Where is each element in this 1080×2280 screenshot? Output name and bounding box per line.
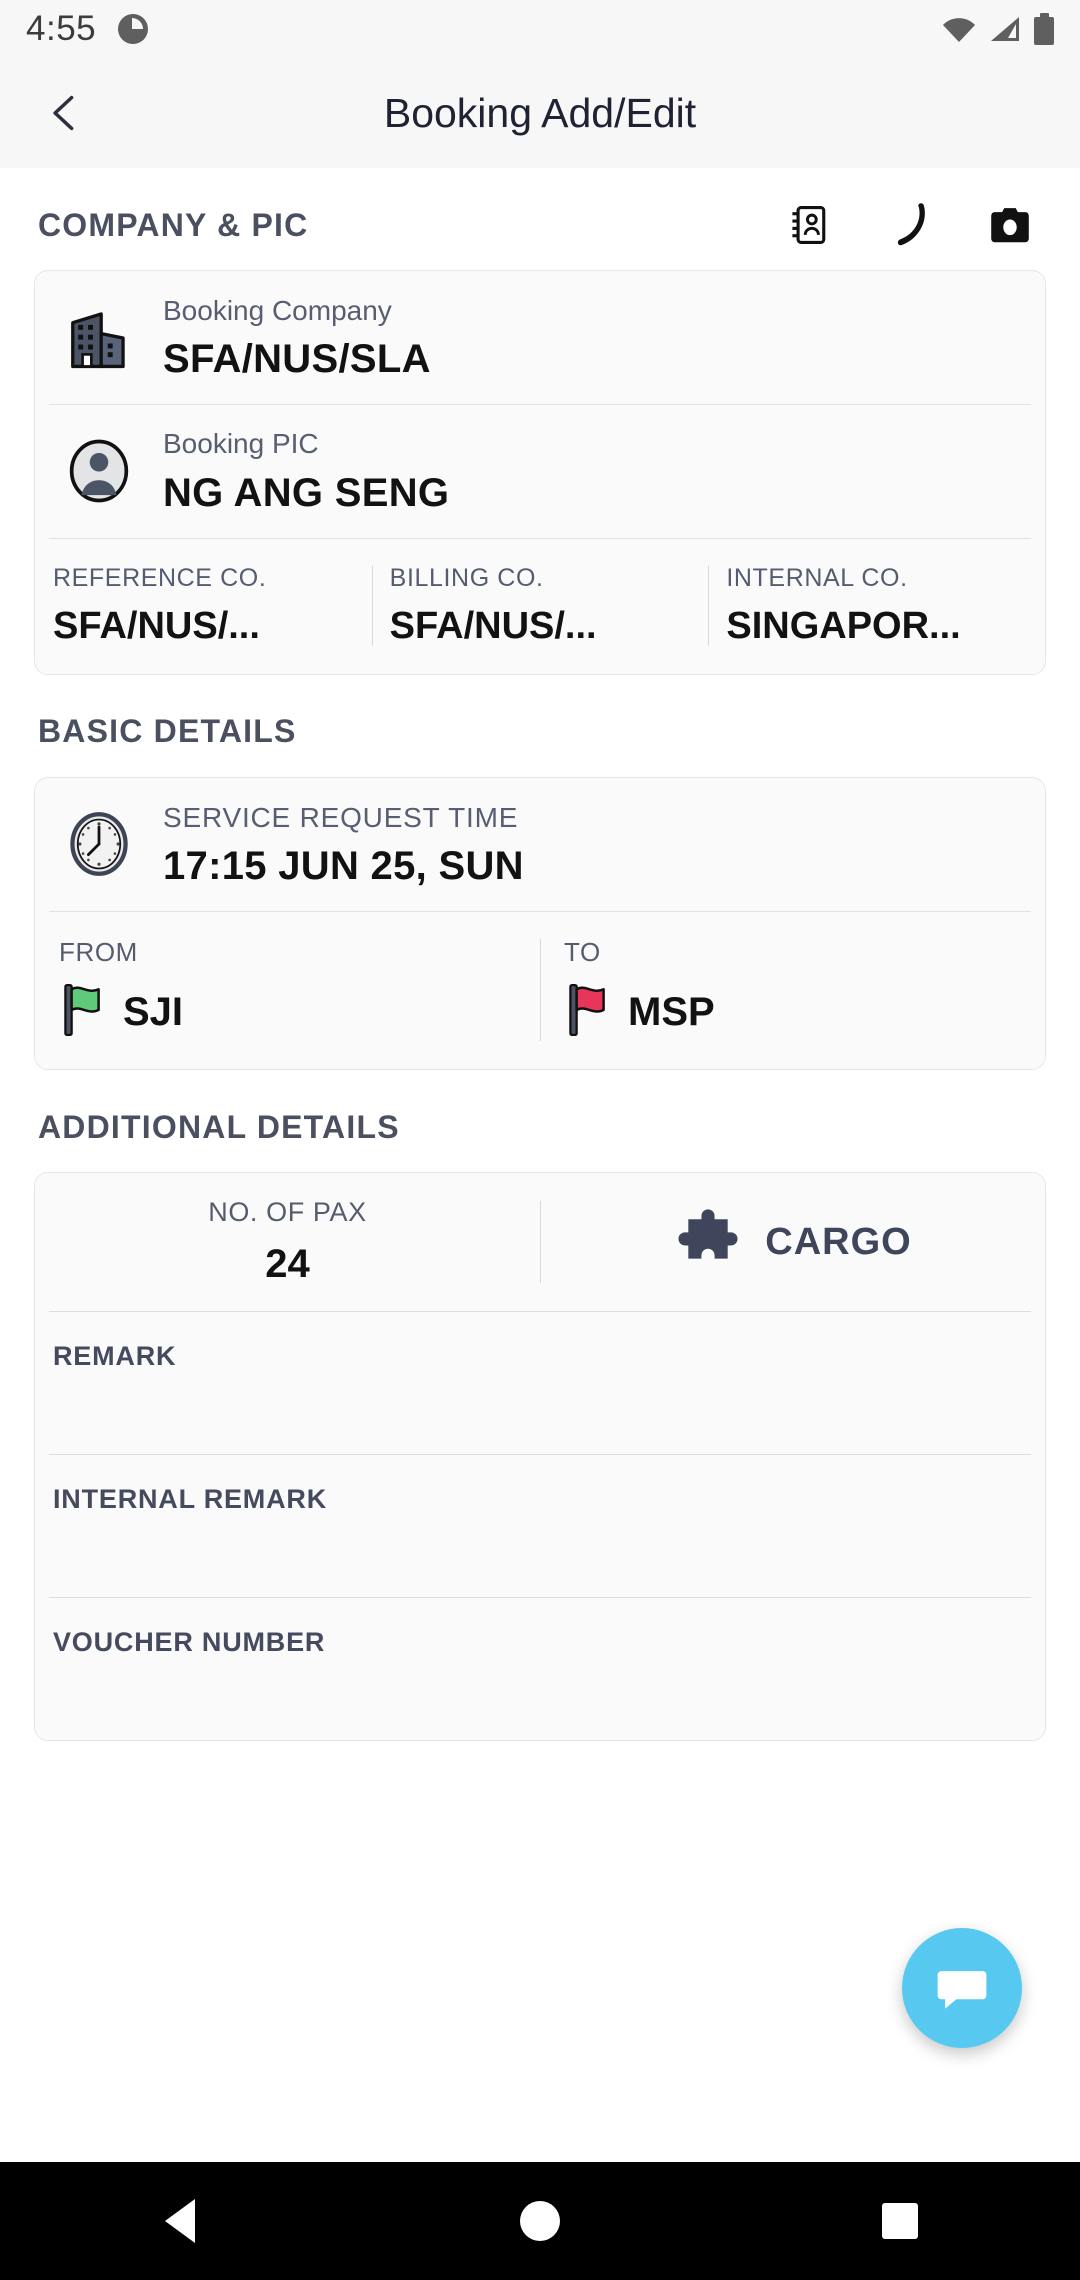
billing-co-label: BILLING CO.	[389, 563, 544, 592]
additional-details-card: NO. OF PAX 24 CARGO REMARK INTERNAL REMA…	[34, 1172, 1046, 1742]
from-flag-row: SJI	[59, 982, 516, 1043]
to-cell[interactable]: TO MSP	[540, 937, 1045, 1043]
section-header-basic-details: BASIC DETAILS	[0, 675, 1080, 755]
clock-icon	[35, 810, 163, 878]
service-request-time-value: 17:15 JUN 25, SUN	[163, 844, 524, 889]
nav-recents-button[interactable]	[845, 2162, 955, 2280]
red-flag-icon	[564, 982, 610, 1043]
internal-remark-input[interactable]	[53, 1515, 1027, 1557]
from-value: SJI	[123, 990, 184, 1035]
green-flag-icon	[59, 982, 105, 1043]
internal-co-value: SINGAPOR...	[726, 604, 961, 647]
booking-pic-label: Booking PIC	[163, 428, 319, 460]
service-request-time-label: SERVICE REQUEST TIME	[163, 801, 519, 833]
back-button[interactable]	[22, 70, 108, 156]
internal-co-cell[interactable]: INTERNAL CO. SINGAPOR...	[708, 564, 1045, 648]
app-bar: Booking Add/Edit	[0, 58, 1080, 168]
no-of-pax-cell[interactable]: NO. OF PAX 24	[35, 1197, 540, 1287]
reference-co-value: SFA/NUS/...	[53, 604, 260, 647]
pax-cargo-row: NO. OF PAX 24 CARGO	[35, 1173, 1045, 1311]
status-right-icons	[942, 13, 1054, 45]
service-request-time-body: SERVICE REQUEST TIME 17:15 JUN 25, SUN	[163, 800, 1045, 889]
booking-pic-value: NG ANG SENG	[163, 470, 450, 515]
chevron-left-icon	[53, 95, 74, 131]
to-label: TO	[564, 937, 601, 968]
section-header-additional-details: ADDITIONAL DETAILS	[0, 1070, 1080, 1150]
remark-input[interactable]	[53, 1372, 1027, 1414]
company-pic-card: Booking Company SFA/NUS/SLA Booking PIC …	[34, 270, 1046, 675]
booking-pic-row[interactable]: Booking PIC NG ANG SENG	[35, 404, 1045, 537]
internal-remark-block[interactable]: INTERNAL REMARK	[35, 1454, 1045, 1597]
remark-label: REMARK	[53, 1341, 177, 1372]
nav-home-icon	[520, 2201, 560, 2241]
chat-bubble-icon	[937, 1971, 987, 2009]
building-icon	[35, 303, 163, 373]
from-label: FROM	[59, 937, 138, 968]
from-cell[interactable]: FROM SJI	[35, 937, 540, 1043]
page-title: Booking Add/Edit	[383, 89, 697, 136]
section-header-company-pic: COMPANY & PIC	[0, 168, 1080, 248]
basic-details-card: SERVICE REQUEST TIME 17:15 JUN 25, SUN F…	[34, 776, 1046, 1071]
voucher-number-block[interactable]: VOUCHER NUMBER	[35, 1597, 1045, 1740]
phone-icon[interactable]	[886, 201, 934, 249]
company-pic-actions	[786, 201, 1042, 249]
puzzle-piece-icon	[673, 1205, 743, 1280]
cargo-cell[interactable]: CARGO	[540, 1197, 1045, 1287]
booking-company-label: Booking Company	[163, 295, 392, 326]
billing-co-cell[interactable]: BILLING CO. SFA/NUS/...	[371, 563, 709, 648]
cargo-label: CARGO	[765, 1220, 912, 1263]
section-title-company-pic: COMPANY & PIC	[38, 206, 309, 243]
signal-icon	[990, 16, 1020, 42]
companies-row: REFERENCE CO. SFA/NUS/... BILLING CO. SF…	[35, 537, 1045, 674]
chat-fab-button[interactable]	[902, 1928, 1022, 2048]
android-nav-bar	[0, 2162, 1080, 2280]
no-of-pax-label: NO. OF PAX	[208, 1197, 367, 1228]
person-avatar-icon	[35, 436, 163, 506]
scroll-content[interactable]: COMPANY & PIC Booking Company SFA/NUS/SL…	[0, 168, 1080, 2102]
internal-remark-label: INTERNAL REMARK	[53, 1484, 327, 1515]
phone-screen: 4:55 Booking Add/Edit COMPANY & PIC Book…	[0, 0, 1080, 2280]
nav-back-button[interactable]	[125, 2162, 235, 2280]
status-bar: 4:55	[0, 0, 1080, 58]
clock-badge-icon	[118, 14, 149, 44]
booking-pic-body: Booking PIC NG ANG SENG	[163, 426, 1045, 515]
nav-home-button[interactable]	[485, 2162, 595, 2280]
to-flag-row: MSP	[564, 982, 1021, 1043]
booking-company-row[interactable]: Booking Company SFA/NUS/SLA	[35, 271, 1045, 404]
reference-co-label: REFERENCE CO.	[53, 563, 267, 592]
remark-block[interactable]: REMARK	[35, 1311, 1045, 1454]
to-value: MSP	[628, 990, 715, 1035]
no-of-pax-value: 24	[265, 1242, 310, 1287]
status-time: 4:55	[26, 9, 97, 48]
billing-co-value: SFA/NUS/...	[389, 604, 597, 647]
service-request-time-row[interactable]: SERVICE REQUEST TIME 17:15 JUN 25, SUN	[35, 778, 1045, 911]
section-title-additional-details: ADDITIONAL DETAILS	[38, 1108, 400, 1145]
battery-icon	[1034, 13, 1054, 45]
nav-back-icon	[165, 2199, 195, 2243]
from-to-row: FROM SJI TO MSP	[35, 911, 1045, 1069]
internal-co-label: INTERNAL CO.	[726, 563, 908, 592]
contact-card-icon[interactable]	[786, 201, 834, 249]
booking-company-value: SFA/NUS/SLA	[163, 337, 431, 382]
reference-co-cell[interactable]: REFERENCE CO. SFA/NUS/...	[35, 564, 372, 648]
booking-company-body: Booking Company SFA/NUS/SLA	[163, 293, 1045, 382]
camera-icon[interactable]	[986, 201, 1034, 249]
voucher-number-label: VOUCHER NUMBER	[53, 1627, 326, 1658]
nav-recents-icon	[882, 2203, 918, 2239]
status-left-icons	[118, 14, 149, 44]
section-title-basic-details: BASIC DETAILS	[38, 713, 297, 750]
voucher-number-input[interactable]	[53, 1658, 1027, 1700]
wifi-icon	[942, 16, 976, 42]
